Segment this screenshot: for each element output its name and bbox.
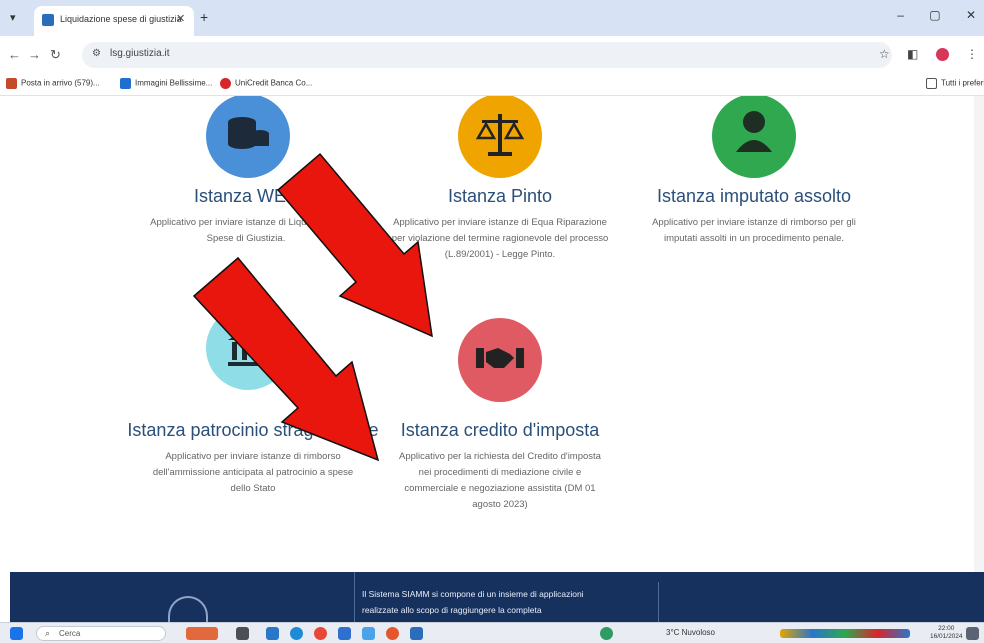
task-view-icon[interactable] — [236, 627, 249, 640]
card-istanza-patrocinio[interactable]: Istanza patrocinio stragiudiziale Applic… — [118, 420, 388, 497]
site-footer: Il Sistema SIAMM si compone di un insiem… — [10, 572, 984, 622]
close-tab-icon[interactable]: ✕ — [176, 12, 185, 25]
reload-icon[interactable]: ↻ — [50, 47, 61, 63]
folder-icon — [926, 78, 937, 89]
tab-search-icon[interactable]: ▾ — [10, 11, 16, 24]
bank-logo-icon — [220, 78, 231, 89]
store-icon[interactable] — [338, 627, 351, 640]
bank-icon[interactable] — [206, 306, 290, 390]
database-icon[interactable] — [206, 96, 290, 178]
chrome-icon[interactable] — [314, 627, 327, 640]
card-title[interactable]: Istanza WEB — [116, 186, 376, 207]
card-istanza-web[interactable]: Istanza WEB Applicativo per inviare ista… — [116, 186, 376, 247]
person-icon[interactable] — [712, 96, 796, 178]
scales-icon[interactable] — [458, 96, 542, 178]
weather-text[interactable]: 3°C Nuvoloso — [666, 628, 715, 637]
bookmark-item[interactable]: Immagini Bellissime... — [120, 78, 212, 89]
tab-title: Liquidazione spese di giustizia — [60, 14, 182, 24]
handshake-icon[interactable] — [458, 318, 542, 402]
windows-start-icon[interactable] — [10, 627, 23, 640]
windows-taskbar: ⌕ Cerca 3°C Nuvoloso 22:00 16/01/2024 — [0, 622, 984, 643]
edge-icon[interactable] — [290, 627, 303, 640]
card-istanza-imputato-assolto[interactable]: Istanza imputato assolto Applicativo per… — [624, 186, 884, 247]
image-icon — [120, 78, 131, 89]
bookmark-star-icon[interactable]: ☆ — [879, 47, 890, 61]
forward-icon[interactable]: → — [28, 47, 41, 62]
card-istanza-pinto[interactable]: Istanza Pinto Applicativo per inviare is… — [370, 186, 630, 263]
taskbar-widget-icon[interactable] — [186, 627, 218, 640]
page-scrollbar[interactable] — [974, 96, 984, 572]
toolbar-actions: ☆ ◧ ⋮ — [865, 47, 978, 62]
bookmark-item[interactable]: Posta in arrivo (579)... — [6, 78, 100, 89]
side-panel-icon[interactable]: ◧ — [907, 47, 918, 61]
card-description: Applicativo per inviare istanze di Liqui… — [150, 217, 342, 244]
republic-emblem-icon — [168, 596, 208, 622]
site-info-icon[interactable]: ⚙ — [92, 48, 101, 59]
app-icon[interactable] — [362, 627, 375, 640]
taskbar-search[interactable]: ⌕ Cerca — [36, 626, 166, 641]
close-window-icon[interactable]: ✕ — [966, 8, 976, 22]
card-title[interactable]: Istanza credito d'imposta — [370, 420, 630, 441]
browser-tab[interactable]: Liquidazione spese di giustizia ✕ — [34, 6, 194, 36]
address-toolbar: ← → ↻ ⚙ lsg.giustizia.it ☆ ◧ ⋮ — [0, 36, 984, 74]
browser-tab-bar: ▾ Liquidazione spese di giustizia ✕ + – … — [0, 0, 984, 36]
bookmarks-bar: Posta in arrivo (579)... Immagini Bellis… — [0, 74, 984, 96]
new-tab-button[interactable]: + — [200, 9, 208, 25]
back-icon[interactable]: ← — [8, 47, 21, 62]
search-icon: ⌕ — [45, 628, 51, 638]
taskbar-clock[interactable]: 22:00 16/01/2024 — [930, 625, 963, 641]
maximize-icon[interactable]: ▢ — [929, 8, 940, 22]
footer-divider — [658, 582, 659, 622]
footer-divider — [354, 572, 355, 622]
file-explorer-icon[interactable] — [266, 627, 279, 640]
all-bookmarks[interactable]: Tutti i preferiti — [926, 78, 984, 89]
minimize-icon[interactable]: – — [897, 8, 904, 22]
card-description: Applicativo per la richiesta del Credito… — [399, 451, 601, 510]
system-tray-icon[interactable] — [780, 629, 910, 638]
mail-icon — [6, 78, 17, 89]
window-controls: – ▢ ✕ — [875, 8, 976, 22]
address-bar[interactable]: ⚙ lsg.giustizia.it — [82, 42, 892, 68]
app-icon[interactable] — [600, 627, 613, 640]
app-icon[interactable] — [386, 627, 399, 640]
card-title[interactable]: Istanza Pinto — [370, 186, 630, 207]
card-title[interactable]: Istanza imputato assolto — [624, 186, 884, 207]
footer-text: Il Sistema SIAMM si compone di un insiem… — [362, 589, 584, 615]
app-icon[interactable] — [410, 627, 423, 640]
url-text[interactable]: lsg.giustizia.it — [110, 48, 169, 59]
notification-icon[interactable] — [966, 627, 979, 640]
card-description: Applicativo per inviare istanze di rimbo… — [652, 217, 856, 244]
menu-icon[interactable]: ⋮ — [966, 47, 978, 61]
card-description: Applicativo per inviare istanze di rimbo… — [152, 451, 354, 494]
bookmark-item[interactable]: UniCredit Banca Co... — [220, 78, 312, 89]
card-description: Applicativo per inviare istanze di Equa … — [391, 217, 609, 260]
profile-avatar[interactable] — [935, 48, 949, 62]
search-placeholder: Cerca — [59, 629, 81, 638]
card-istanza-credito-imposta[interactable]: Istanza credito d'imposta Applicativo pe… — [370, 420, 630, 513]
card-title[interactable]: Istanza patrocinio stragiudiziale — [118, 420, 388, 441]
page-content: Istanza WEB Applicativo per inviare ista… — [0, 96, 984, 572]
site-favicon-icon — [42, 14, 54, 26]
